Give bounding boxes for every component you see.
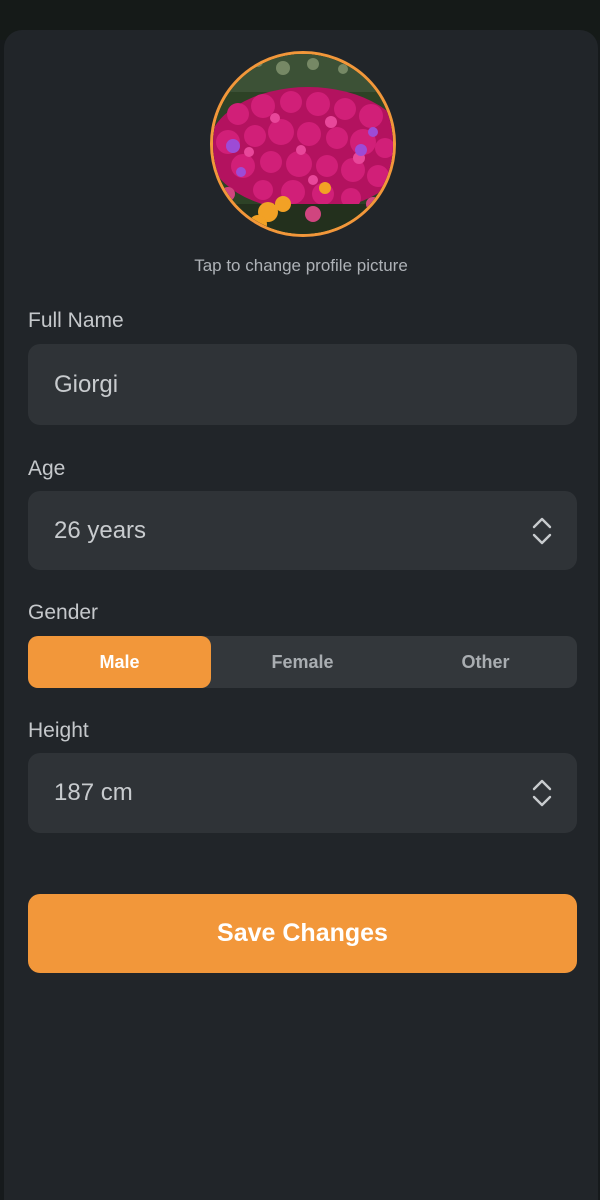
gender-option-female[interactable]: Female bbox=[211, 636, 394, 688]
edit-profile-sheet: Tap to change profile picture Full Name … bbox=[4, 30, 598, 1200]
age-value: 26 years bbox=[54, 516, 147, 544]
gender-label: Gender bbox=[28, 601, 99, 624]
full-name-field[interactable] bbox=[28, 344, 577, 425]
flower-photo bbox=[213, 54, 393, 234]
gender-option-other[interactable]: Other bbox=[394, 636, 577, 688]
age-picker[interactable]: 26 years bbox=[28, 491, 577, 570]
profile-picture[interactable] bbox=[210, 51, 396, 237]
age-label: Age bbox=[28, 457, 66, 480]
chevron-up-down-icon bbox=[532, 779, 552, 807]
chevron-up-down-icon bbox=[532, 517, 552, 544]
full-name-label: Full Name bbox=[28, 309, 124, 332]
gender-segmented-control: Male Female Other bbox=[28, 636, 577, 688]
save-changes-button[interactable]: Save Changes bbox=[28, 894, 577, 973]
height-value: 187 cm bbox=[54, 779, 133, 806]
full-name-input[interactable] bbox=[54, 370, 534, 399]
change-picture-hint: Tap to change profile picture bbox=[194, 256, 408, 275]
height-picker[interactable]: 187 cm bbox=[28, 753, 577, 833]
height-label: Height bbox=[28, 719, 89, 742]
gender-option-male[interactable]: Male bbox=[28, 636, 211, 688]
